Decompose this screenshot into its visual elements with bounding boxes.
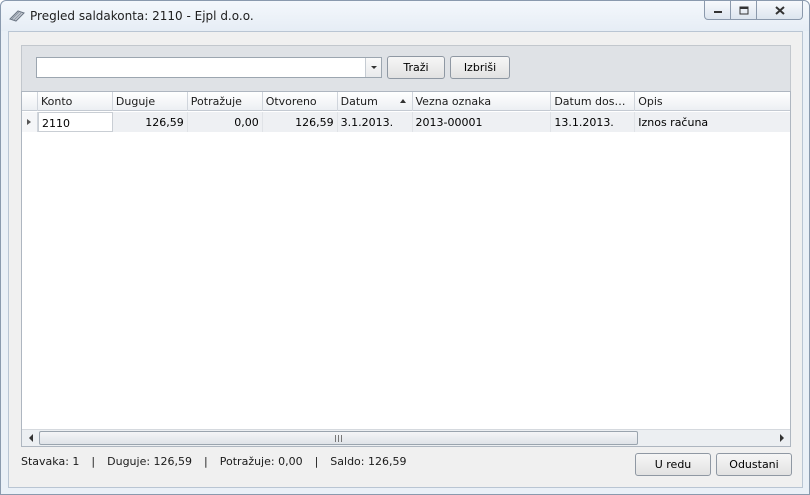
dialog-content: Traži Izbriši Konto Duguje Potražuje Otv… [8, 31, 803, 488]
close-icon [774, 5, 785, 15]
scroll-left-icon[interactable] [22, 430, 39, 446]
horizontal-scrollbar[interactable] [22, 429, 790, 446]
column-header-konto[interactable]: Konto [38, 92, 113, 111]
cell-duguje[interactable]: 126,59 [112, 112, 188, 132]
status-potrazuje: Potražuje: 0,00 [219, 455, 303, 468]
scrollbar-thumb[interactable] [39, 431, 638, 445]
cell-otvoreno[interactable]: 126,59 [262, 112, 338, 132]
row-indicator-arrow-icon [22, 112, 38, 132]
status-duguje: Duguje: 126,59 [107, 455, 193, 468]
column-header-datum[interactable]: Datum [338, 92, 413, 111]
scroll-right-icon[interactable] [773, 430, 790, 446]
cell-datum[interactable]: 3.1.2013. [337, 112, 413, 132]
dialog-window: Pregled saldakonta: 2110 - Ejpl d.o.o. T… [0, 0, 810, 495]
maximize-button[interactable] [731, 1, 757, 20]
filter-combo[interactable] [36, 57, 382, 78]
cell-datum-dospijeca[interactable]: 13.1.2013. [551, 112, 636, 132]
maximize-icon [739, 6, 748, 14]
cell-konto[interactable]: 2110 [37, 112, 113, 132]
close-button[interactable] [757, 1, 803, 20]
status-stavaka: Stavaka: 1 [21, 455, 80, 468]
title-bar: Pregled saldakonta: 2110 - Ejpl d.o.o. [1, 1, 809, 31]
data-grid: Konto Duguje Potražuje Otvoreno Datum Ve… [21, 91, 791, 447]
grip-icon [335, 434, 342, 442]
cell-potrazuje[interactable]: 0,00 [187, 112, 263, 132]
status-saldo: Saldo: 126,59 [330, 455, 407, 468]
status-bar: Stavaka: 1 | Duguje: 126,59 | Potražuje: 0,0… [21, 455, 406, 468]
cancel-button[interactable]: Odustani [716, 453, 792, 476]
ok-button[interactable]: U redu [635, 453, 711, 476]
cell-vezna-oznaka[interactable]: 2013-00001 [412, 112, 552, 132]
column-header-potrazuje[interactable]: Potražuje [188, 92, 263, 111]
row-indicator-header [22, 92, 38, 111]
cell-opis[interactable]: Iznos računa [635, 112, 791, 132]
delete-button[interactable]: Izbriši [450, 56, 510, 79]
app-icon [9, 10, 25, 22]
status-separator: | [91, 455, 96, 468]
column-header-duguje[interactable]: Duguje [113, 92, 188, 111]
minimize-icon [713, 11, 722, 13]
minimize-button[interactable] [704, 1, 731, 20]
search-button[interactable]: Traži [387, 56, 445, 79]
filter-panel: Traži Izbriši [21, 45, 791, 91]
status-separator: | [314, 455, 319, 468]
chevron-down-icon[interactable] [365, 58, 381, 77]
column-header-vezna-oznaka[interactable]: Vezna oznaka [413, 92, 552, 111]
window-title: Pregled saldakonta: 2110 - Ejpl d.o.o. [30, 9, 254, 23]
column-header-datum-dospijeca[interactable]: Datum dospije... [551, 92, 636, 111]
column-header-otvoreno[interactable]: Otvoreno [263, 92, 338, 111]
status-separator: | [204, 455, 208, 468]
table-row[interactable]: 2110 126,59 0,00 126,59 3.1.2013. 2013-0… [22, 112, 791, 132]
grid-header: Konto Duguje Potražuje Otvoreno Datum Ve… [22, 92, 790, 111]
column-header-datum-label: Datum [340, 95, 378, 108]
column-header-opis[interactable]: Opis [635, 92, 790, 111]
sort-ascending-icon [399, 99, 406, 103]
